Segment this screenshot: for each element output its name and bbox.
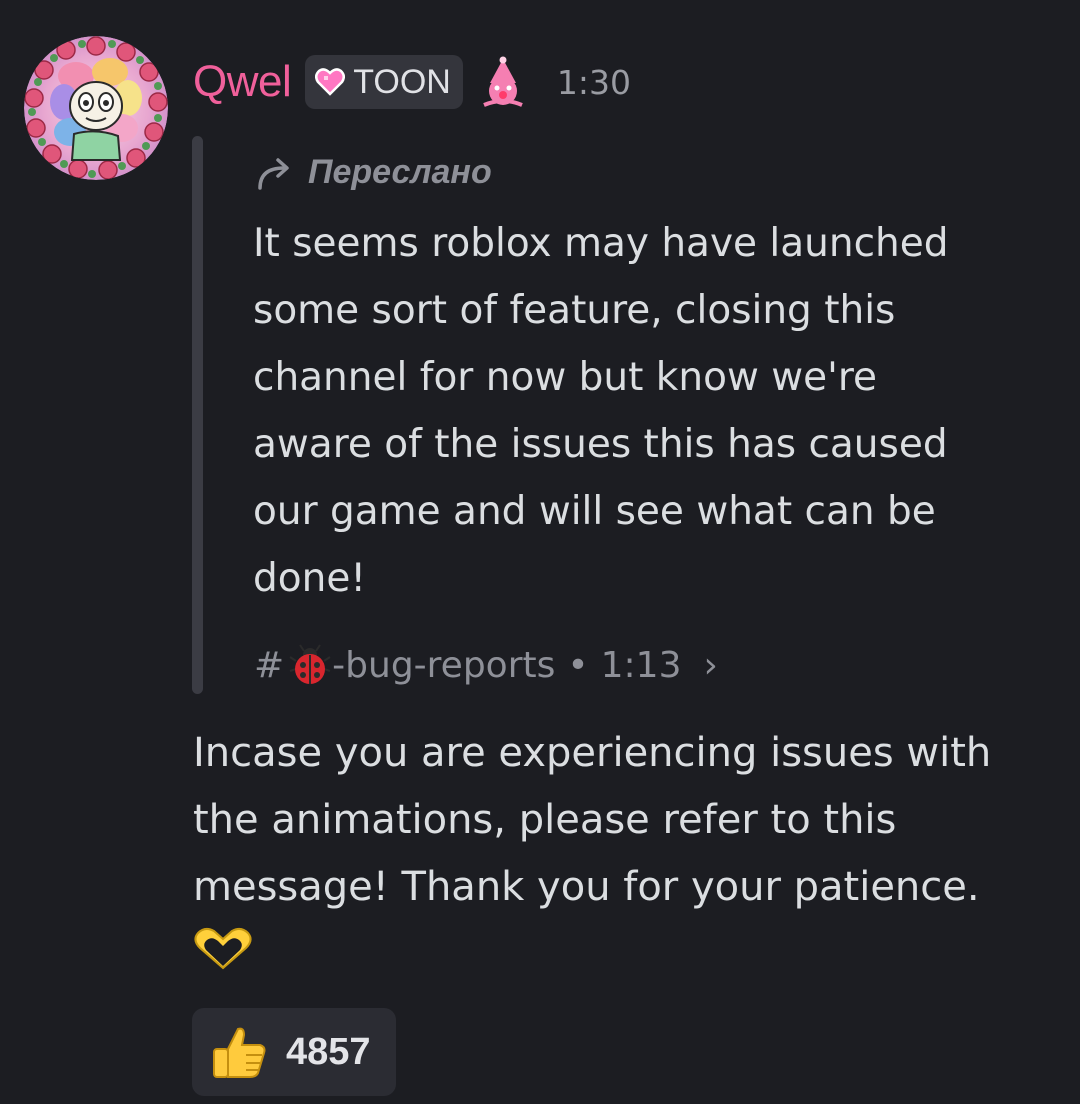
forward-quote-bar (192, 136, 203, 694)
reaction-thumbs-up[interactable]: 4857 (192, 1008, 396, 1096)
pink-heart-icon (315, 68, 346, 96)
flower-character-avatar-icon (24, 36, 168, 180)
server-tag-label: TOON (353, 62, 451, 101)
channel-hash: # (254, 644, 285, 686)
forwarded-label: Переслано (254, 148, 492, 196)
channel-name: -bug-reports (332, 644, 556, 686)
forward-source-link[interactable]: # -bug-reports • 1:13 › (254, 636, 718, 694)
forwarded-text: Переслано (308, 152, 492, 191)
forwarded-message-content: It seems roblox may have launched some s… (253, 210, 1053, 612)
avatar[interactable] (24, 36, 168, 180)
heart-hands-icon (194, 927, 252, 970)
forward-arrow-icon (258, 158, 289, 190)
message-line: message! Thank you for your patience. (193, 864, 980, 910)
thumbs-up-icon (213, 1027, 266, 1078)
pink-clown-icon (483, 56, 523, 107)
timestamp[interactable]: 1:30 (557, 63, 631, 102)
forwarded-line: done! (253, 556, 366, 601)
reaction-count: 4857 (286, 1030, 371, 1073)
message-line: the animations, please refer to this (193, 797, 897, 843)
forwarded-line: our game and will see what can be (253, 489, 936, 534)
source-separator: • (567, 644, 589, 686)
message-header: Qwel TOON 1:30 (193, 52, 631, 112)
username[interactable]: Qwel (193, 57, 292, 107)
chat-message: Qwel TOON 1:30 Переслано It seems roblox… (0, 0, 1080, 1104)
message-line: Incase you are experiencing issues with (193, 730, 992, 776)
forwarded-line: channel for now but know we're (253, 355, 878, 400)
message-content: Incase you are experiencing issues with … (193, 720, 1063, 921)
forwarded-line: aware of the issues this has caused (253, 422, 948, 467)
chevron-right-icon: › (703, 644, 718, 686)
server-tag[interactable]: TOON (305, 55, 463, 109)
source-time: 1:13 (600, 644, 682, 686)
role-icon[interactable] (475, 54, 531, 110)
forwarded-line: It seems roblox may have launched (253, 221, 949, 266)
forwarded-line: some sort of feature, closing this (253, 288, 896, 333)
ladybug-icon (289, 644, 331, 684)
